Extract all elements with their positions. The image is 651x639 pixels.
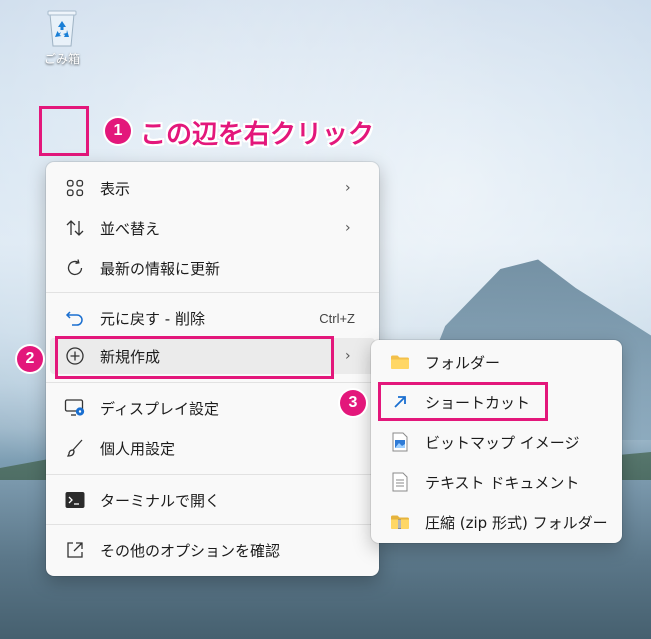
undo-icon — [64, 307, 86, 329]
menu-item-label: ターミナルで開く — [100, 491, 221, 510]
recycle-bin-label: ごみ箱 — [43, 52, 80, 66]
shortcut-item-highlight — [378, 382, 548, 421]
chevron-right-icon: › — [345, 220, 351, 236]
menu-item-refresh[interactable]: 最新の情報に更新 — [50, 250, 375, 286]
menu-separator — [46, 292, 379, 293]
new-submenu: フォルダー ショートカット ビットマップ イメージ テキスト ドキュメント 圧縮… — [371, 340, 622, 543]
menu-item-label: ディスプレイ設定 — [100, 399, 219, 418]
menu-separator — [46, 474, 379, 475]
step-3-badge: 3 — [340, 390, 366, 416]
display-settings-icon — [64, 397, 86, 419]
submenu-item-label: テキスト ドキュメント — [425, 473, 580, 492]
zip-folder-icon — [389, 511, 411, 533]
brush-icon — [64, 437, 86, 459]
step-1-callout: この辺を右クリック — [140, 120, 375, 150]
menu-item-label: 個人用設定 — [100, 439, 176, 458]
menu-item-label: 並べ替え — [100, 219, 161, 238]
recycle-bin-shortcut[interactable]: ごみ箱 — [34, 8, 90, 67]
submenu-item-text-document[interactable]: テキスト ドキュメント — [375, 464, 618, 500]
submenu-item-folder[interactable]: フォルダー — [375, 344, 618, 380]
menu-item-view[interactable]: 表示 › — [50, 170, 375, 206]
grid-icon — [64, 177, 86, 199]
menu-item-label: 表示 — [100, 179, 131, 198]
chevron-right-icon: › — [345, 180, 351, 196]
chevron-right-icon: › — [345, 348, 351, 364]
menu-item-label: その他のオプションを確認 — [100, 541, 281, 560]
submenu-item-label: 圧縮 (zip 形式) フォルダー — [425, 513, 608, 532]
menu-item-label: 元に戻す - 削除 — [100, 309, 205, 328]
more-options-icon — [64, 539, 86, 561]
terminal-icon — [64, 489, 86, 511]
folder-icon — [389, 351, 411, 373]
menu-item-display-settings[interactable]: ディスプレイ設定 — [50, 390, 375, 426]
shortcut-label: Ctrl+Z — [319, 310, 355, 326]
new-item-highlight — [55, 336, 334, 379]
menu-item-open-terminal[interactable]: ターミナルで開く — [50, 482, 375, 518]
submenu-item-zip-folder[interactable]: 圧縮 (zip 形式) フォルダー — [375, 504, 618, 540]
bitmap-icon — [389, 431, 411, 453]
step-2-badge: 2 — [17, 346, 43, 372]
step-1-badge: 1 — [105, 118, 131, 144]
text-document-icon — [389, 471, 411, 493]
submenu-item-label: ビットマップ イメージ — [425, 433, 580, 452]
menu-item-sort[interactable]: 並べ替え › — [50, 210, 375, 246]
sort-icon — [64, 217, 86, 239]
menu-separator — [46, 382, 379, 383]
menu-item-label: 最新の情報に更新 — [100, 259, 221, 278]
refresh-icon — [64, 257, 86, 279]
menu-item-personalize[interactable]: 個人用設定 — [50, 430, 375, 466]
menu-separator — [46, 524, 379, 525]
recycle-bin-icon — [44, 8, 80, 48]
submenu-item-label: フォルダー — [425, 353, 501, 372]
menu-item-undo-delete[interactable]: 元に戻す - 削除 Ctrl+Z — [50, 300, 375, 336]
menu-item-more-options[interactable]: その他のオプションを確認 — [50, 532, 375, 568]
right-click-target-highlight[interactable] — [39, 106, 89, 156]
submenu-item-bitmap[interactable]: ビットマップ イメージ — [375, 424, 618, 460]
